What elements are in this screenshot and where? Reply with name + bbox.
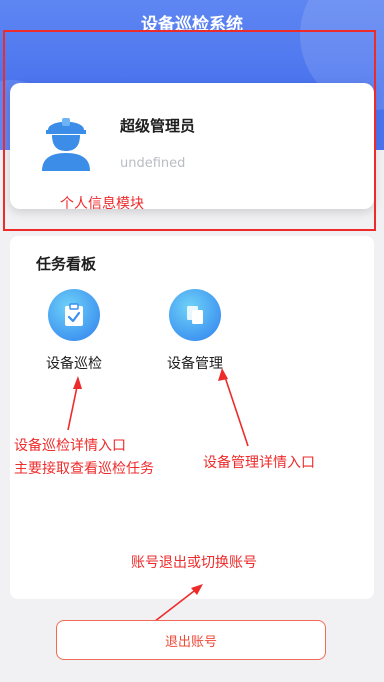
annotation-inspection-line2: 主要接取查看巡检任务	[14, 461, 154, 477]
inspection-icon-circle	[48, 289, 100, 341]
inspection-label: 设备巡检	[46, 356, 102, 372]
inspection-entry[interactable]: 设备巡检	[29, 289, 119, 373]
copy-pages-icon	[187, 306, 203, 324]
annotation-inspection-line1: 设备巡检详情入口	[14, 438, 126, 454]
logout-button[interactable]: 退出账号	[56, 620, 326, 660]
annotation-profile-module: 个人信息模块	[60, 196, 144, 212]
clipboard-check-icon	[65, 303, 83, 326]
management-entry[interactable]: 设备管理	[150, 289, 240, 373]
task-board: 任务看板 设备巡检 设备管理	[10, 236, 374, 599]
annotation-logout: 账号退出或切换账号	[131, 555, 257, 571]
annotation-frame	[3, 30, 376, 231]
board-title: 任务看板	[36, 255, 97, 273]
management-label: 设备管理	[167, 356, 223, 372]
annotation-management: 设备管理详情入口	[203, 455, 315, 471]
management-icon-circle	[169, 289, 221, 341]
